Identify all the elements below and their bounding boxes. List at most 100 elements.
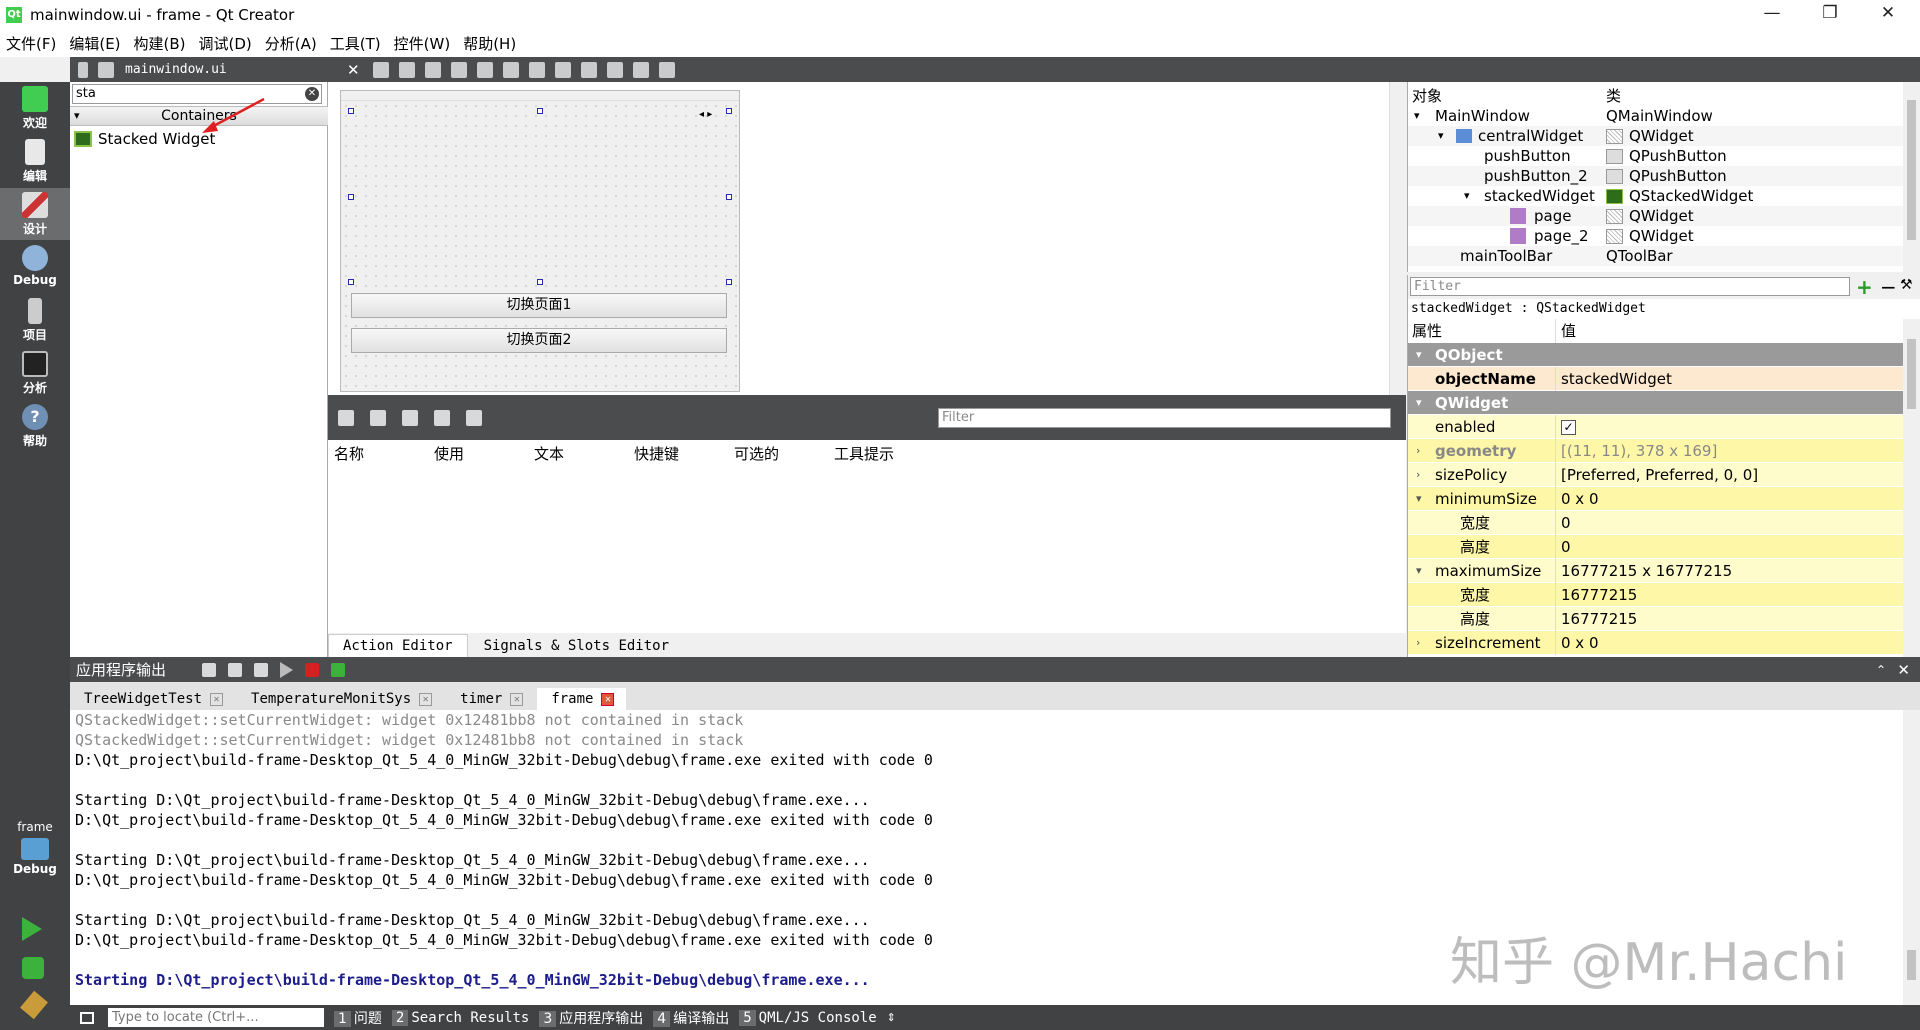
copy-action-icon[interactable]	[370, 409, 386, 426]
main-window-form[interactable]: ◂ ▸ 切换页面1 切换页面2	[340, 90, 740, 392]
tree-row[interactable]: ▾ stackedWidget QStackedWidget	[1408, 186, 1903, 206]
property-row[interactable]: 高度 0	[1408, 535, 1903, 559]
attach-debugger-icon[interactable]	[331, 662, 346, 677]
tree-row[interactable]: page QWidget	[1408, 206, 1903, 226]
debug-run-icon[interactable]	[22, 957, 44, 979]
menu-help[interactable]: 帮助(H)	[463, 33, 516, 54]
locator-input[interactable]: Type to locate (Ctrl+...	[108, 1008, 324, 1027]
pane-button-search[interactable]: 2 Search Results	[391, 1009, 529, 1026]
selection-handle[interactable]	[348, 108, 354, 114]
tree-row[interactable]: mainToolBar QToolBar	[1408, 246, 1903, 266]
mode-projects[interactable]: 项目	[0, 294, 70, 346]
previous-item-icon[interactable]	[228, 662, 243, 677]
property-row[interactable]: ▾ maximumSize 16777215 x 16777215	[1408, 559, 1903, 583]
maximize-pane-icon[interactable]: ⌃	[1876, 663, 1886, 677]
property-scrollbar[interactable]	[1903, 319, 1920, 657]
property-row[interactable]: 宽度 0	[1408, 511, 1903, 535]
category-containers[interactable]: ▾ Containers	[70, 106, 328, 126]
new-action-icon[interactable]	[338, 409, 354, 426]
tree-row[interactable]: pushButton QPushButton	[1408, 146, 1903, 166]
column-header[interactable]: 文本	[528, 443, 628, 464]
layout-horizontal-icon[interactable]	[476, 61, 493, 78]
column-header[interactable]: 可选的	[728, 443, 828, 464]
open-file-name[interactable]: mainwindow.ui	[125, 62, 335, 77]
mode-help[interactable]: ? 帮助	[0, 400, 70, 452]
widget-item-stacked-widget[interactable]: Stacked Widget	[74, 128, 215, 150]
configure-action-icon[interactable]	[466, 409, 482, 426]
form-button-page2[interactable]: 切换页面2	[351, 328, 727, 353]
column-header[interactable]: 工具提示	[828, 443, 928, 464]
selection-handle[interactable]	[348, 279, 354, 285]
layout-vertical-icon[interactable]	[502, 61, 519, 78]
menu-debug[interactable]: 调试(D)	[199, 33, 252, 54]
mode-welcome[interactable]: 欢迎	[0, 82, 70, 134]
menu-file[interactable]: 文件(F)	[6, 33, 56, 54]
property-row[interactable]: 宽度 16777215	[1408, 583, 1903, 607]
tree-row[interactable]: ▾ centralWidget QWidget	[1408, 126, 1903, 146]
delete-action-icon[interactable]	[434, 409, 450, 426]
run-icon[interactable]	[22, 917, 42, 941]
column-header[interactable]: 快捷键	[628, 443, 728, 464]
break-layout-icon[interactable]	[632, 61, 649, 78]
output-tab[interactable]: TemperatureMonitSys ✕	[237, 688, 444, 710]
output-tab-active[interactable]: frame ✕	[537, 688, 627, 710]
pane-button-issues[interactable]: 1 问题	[334, 1008, 382, 1028]
enabled-checkbox[interactable]: ✓	[1561, 420, 1576, 435]
selection-handle[interactable]	[348, 194, 354, 200]
page-nav-arrows[interactable]: ◂ ▸	[699, 109, 712, 120]
selection-handle[interactable]	[537, 279, 543, 285]
close-tab-icon[interactable]: ✕	[510, 692, 524, 706]
layout-v-splitter-icon[interactable]	[554, 61, 571, 78]
property-row[interactable]: objectName stackedWidget	[1408, 367, 1903, 391]
restore-button[interactable]: ❐	[1801, 0, 1859, 29]
build-hammer-icon[interactable]	[20, 990, 48, 1020]
property-group-qwidget[interactable]: ▾ QWidget	[1408, 391, 1903, 415]
remove-property-icon[interactable]: −	[1880, 275, 1897, 299]
tab-signals-slots-editor[interactable]: Signals & Slots Editor	[470, 635, 683, 657]
pane-button-qml-console[interactable]: 5 QML/JS Console	[739, 1009, 877, 1026]
menu-widgets[interactable]: 控件(W)	[394, 33, 451, 54]
edit-buddies-icon[interactable]	[424, 61, 441, 78]
canvas-scrollbar[interactable]	[1389, 82, 1406, 395]
output-tab[interactable]: timer ✕	[446, 688, 535, 710]
close-tab-icon[interactable]: ✕	[601, 692, 615, 706]
clear-search-icon[interactable]: ✕	[305, 87, 319, 101]
paste-action-icon[interactable]	[402, 409, 418, 426]
output-scrollbar[interactable]	[1903, 710, 1920, 1005]
column-header[interactable]: 名称	[328, 443, 428, 464]
close-tab-icon[interactable]: ✕	[210, 692, 224, 706]
mode-edit[interactable]: 编辑	[0, 135, 70, 187]
form-button-page1[interactable]: 切换页面1	[351, 293, 727, 318]
property-row[interactable]: › sizeIncrement 0 x 0	[1408, 631, 1903, 655]
toggle-sidebar-icon[interactable]	[80, 1011, 94, 1024]
property-row[interactable]: enabled ✓	[1408, 415, 1903, 439]
mode-analyze[interactable]: 分析	[0, 347, 70, 399]
widget-search-input[interactable]: sta	[72, 84, 322, 104]
edit-tab-order-icon[interactable]	[450, 61, 467, 78]
stacked-widget[interactable]	[351, 111, 729, 281]
output-tab[interactable]: TreeWidgetTest ✕	[70, 688, 235, 710]
layout-h-splitter-icon[interactable]	[528, 61, 545, 78]
rerun-icon[interactable]	[280, 661, 294, 678]
property-row[interactable]: ▾ minimumSize 0 x 0	[1408, 487, 1903, 511]
wrench-icon[interactable]: ⚒	[1900, 277, 1913, 293]
kit-selector[interactable]: frame Debug	[0, 817, 70, 889]
adjust-size-icon[interactable]	[658, 61, 675, 78]
column-header[interactable]: 使用	[428, 443, 528, 464]
close-window-button[interactable]: ✕	[1859, 0, 1917, 29]
close-tab-icon[interactable]: ✕	[419, 692, 433, 706]
selection-handle[interactable]	[726, 279, 732, 285]
mode-debug[interactable]: Debug	[0, 241, 70, 293]
action-filter-input[interactable]: Filter	[938, 408, 1391, 428]
selection-handle[interactable]	[726, 194, 732, 200]
tree-row[interactable]: ▾ MainWindow QMainWindow	[1408, 106, 1903, 126]
close-document-icon[interactable]: ✕	[347, 61, 360, 79]
edit-signals-icon[interactable]	[398, 61, 415, 78]
menu-tools[interactable]: 工具(T)	[330, 33, 381, 54]
selection-handle[interactable]	[726, 108, 732, 114]
menu-analyze[interactable]: 分析(A)	[265, 33, 317, 54]
property-filter-input[interactable]: Filter	[1410, 277, 1850, 296]
property-group-qobject[interactable]: ▾ QObject	[1408, 343, 1903, 367]
stop-icon[interactable]	[305, 662, 320, 677]
selection-handle[interactable]	[537, 108, 543, 114]
